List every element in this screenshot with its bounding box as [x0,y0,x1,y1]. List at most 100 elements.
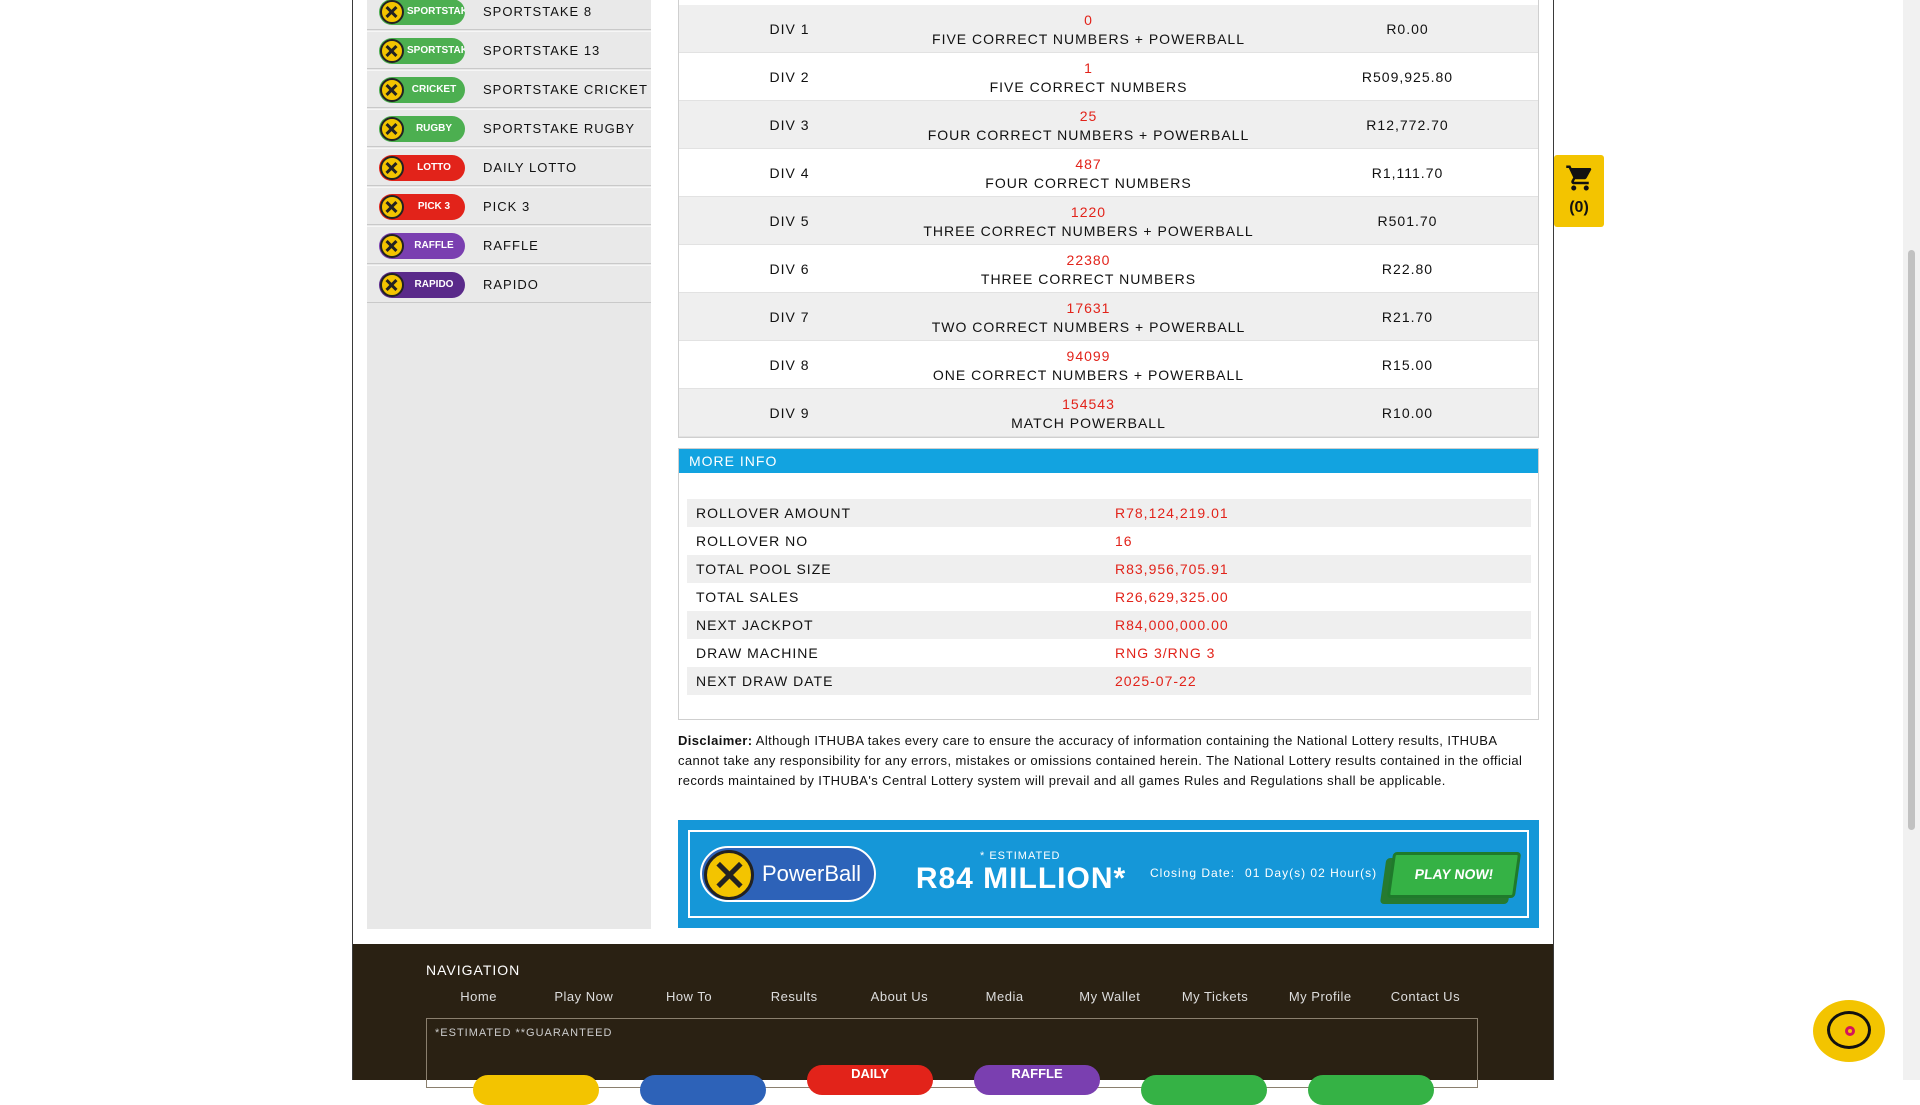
payout-amount: R1,111.70 [1371,165,1444,181]
winners-count: 22380 [1066,252,1111,268]
division-label: DIV 1 [769,21,810,37]
sidebar-item-sportstake-rugby[interactable]: RUGBY SPORTSTAKE RUGBY [367,109,651,147]
payout-amount: R12,772.70 [1366,117,1449,133]
national-lottery-ball-icon [380,39,404,63]
disclaimer: Disclaimer: Although ITHUBA takes every … [678,731,1540,791]
play-now-button[interactable]: PLAY NOW! [1386,852,1522,898]
division-label: DIV 7 [769,309,810,325]
game-logo-text: LOTTO [417,162,451,173]
payout-amount: R15.00 [1381,357,1434,373]
game-logo-text: SPORTSTAKE 8 [407,6,465,17]
table-row: DIV 6 22380 THREE CORRECT NUMBERS R22.80 [679,245,1538,293]
info-label: ROLLOVER NO [696,533,809,549]
info-label: NEXT DRAW DATE [696,673,834,689]
table-row: DIV 8 94099 ONE CORRECT NUMBERS + POWERBAL… [679,341,1538,389]
winners-count: 487 [1075,156,1102,172]
division-description: FIVE CORRECT NUMBERS [989,79,1188,95]
sidebar-item-sportstake-cricket[interactable]: CRICKET SPORTSTAKE CRICKET [367,70,651,108]
more-info-heading: MORE INFO [679,449,1538,473]
sidebar-item-daily-lotto[interactable]: LOTTO DAILY LOTTO [367,148,651,186]
division-detail: 17631 TWO CORRECT NUMBERS + POWERBALL [900,299,1277,337]
closing-date-value: 01 Day(s) 02 Hour(s) [1245,866,1378,880]
disclaimer-label: Disclaimer: [678,733,753,748]
info-value: R26,629,325.00 [1115,589,1229,605]
sidebar-item-sportstake-8[interactable]: SPORTSTAKE 8 SPORTSTAKE 8 [367,0,651,30]
info-label: TOTAL POOL SIZE [696,561,832,577]
national-lottery-ball-icon [380,195,404,219]
game-logo-text: SPORTSTAKE 13 [407,45,465,56]
payout-amount: R10.00 [1381,405,1434,421]
division-detail: 1220 THREE CORRECT NUMBERS + POWERBALL [900,203,1277,241]
footer-link-about-us[interactable]: About Us [847,989,952,1009]
info-row: ROLLOVER AMOUNT R78,124,219.01 [687,499,1531,527]
page-scrollbar[interactable] [1903,0,1920,1080]
national-lottery-ball-icon [380,78,404,102]
results-table: DIV 1 0 FIVE CORRECT NUMBERS + POWERBALL R0… [678,0,1539,438]
chat-dot-icon [1845,1026,1855,1036]
sidebar-item-label: RAPIDO [483,277,539,292]
footer-link-contact-us[interactable]: Contact Us [1373,989,1478,1009]
table-row: DIV 1 0 FIVE CORRECT NUMBERS + POWERBALL R0… [679,5,1538,53]
footer-link-my-profile[interactable]: My Profile [1268,989,1373,1009]
footer-link-results[interactable]: Results [742,989,847,1009]
division-label: DIV 3 [769,117,810,133]
division-description: THREE CORRECT NUMBERS + POWERBALL [923,223,1254,239]
national-lottery-ball-icon [380,117,404,141]
table-row: DIV 9 154543 MATCH POWERBALL R10.00 [679,389,1538,437]
footer-link-how-to[interactable]: How To [636,989,741,1009]
closing-date: Closing Date: 01 Day(s) 02 Hour(s) [1150,866,1377,880]
closing-date-label: Closing Date: [1150,866,1236,880]
sidebar-item-pick-3[interactable]: PICK 3 PICK 3 [367,187,651,225]
info-value: 2025-07-22 [1115,673,1197,689]
sidebar-item-raffle[interactable]: RAFFLE RAFFLE [367,226,651,264]
footer-link-my-tickets[interactable]: My Tickets [1162,989,1267,1009]
table-row: DIV 7 17631 TWO CORRECT NUMBERS + POWERBAL… [679,293,1538,341]
footer-link-play-now[interactable]: Play Now [531,989,636,1009]
chat-support-button[interactable] [1813,1000,1885,1062]
sidebar-item-label: DAILY LOTTO [483,160,578,175]
game-logo-text: PICK 3 [417,201,451,212]
footer-link-home[interactable]: Home [426,989,531,1009]
division-description: ONE CORRECT NUMBERS + POWERBALL [932,367,1245,383]
info-value: RNG 3/RNG 3 [1115,645,1216,661]
game-sidebar: SPORTSTAKE 8SPORTSTAKE 8SPORTSTAKE 13SPO… [367,0,651,929]
footer-game-logo[interactable]: DAILY [807,1065,933,1095]
sidebar-item-sportstake-13[interactable]: SPORTSTAKE 13 SPORTSTAKE 13 [367,31,651,69]
sidebar-item-rapido[interactable]: RAPIDO RAPIDO [367,265,651,303]
sidebar-item-label: SPORTSTAKE 8 [483,4,593,19]
footer-link-media[interactable]: Media [952,989,1057,1009]
footer-game-logo[interactable]: RAFFLE [974,1065,1100,1095]
sidebar-item-label: SPORTSTAKE 13 [483,43,601,58]
division-detail: 487 FOUR CORRECT NUMBERS [900,155,1277,193]
division-description: FOUR CORRECT NUMBERS + POWERBALL [927,127,1250,143]
division-label: DIV 6 [769,261,810,277]
cart-button[interactable]: (0) [1554,155,1604,227]
division-description: MATCH POWERBALL [1011,415,1166,431]
payout-amount: R501.70 [1377,213,1438,229]
winners-count: 154543 [1062,396,1115,412]
footer-nav-links: Home Play Now How To Results About Us Media My… [426,989,1478,1009]
powerball-logo-text: PowerBall [762,861,862,886]
winners-count: 25 [1079,108,1098,124]
national-lottery-ball-icon [380,273,404,297]
page: SPORTSTAKE 8SPORTSTAKE 8SPORTSTAKE 13SPO… [0,0,1920,1105]
payout-amount: R0.00 [1386,21,1429,37]
powerball-banner[interactable]: PowerBall * ESTIMATED R84 MILLION* Closi… [678,820,1539,928]
division-label: DIV 5 [769,213,810,229]
scrollbar-thumb[interactable] [1908,250,1915,830]
division-description: FIVE CORRECT NUMBERS + POWERBALL [932,31,1245,47]
sidebar-item-label: RAFFLE [483,238,539,253]
footer-link-my-wallet[interactable]: My Wallet [1057,989,1162,1009]
game-logo-text: CRICKET [411,84,457,95]
info-row: TOTAL POOL SIZE R83,956,705.91 [687,555,1531,583]
national-lottery-ball-icon [380,156,404,180]
game-logo: LOTTO [379,155,465,181]
sidebar-item-label: SPORTSTAKE CRICKET [483,82,648,97]
game-logo-text: RAFFLE [414,240,454,251]
more-info-panel: MORE INFO ROLLOVER AMOUNT R78,124,219.01 R… [678,448,1539,720]
game-logo-text: RAPIDO [414,279,454,290]
footer: NAVIGATION Home Play Now How To Results Abou… [353,944,1553,1105]
powerball-logo: PowerBall [700,846,876,902]
division-label: DIV 9 [769,405,810,421]
sidebar-item-label: PICK 3 [483,199,531,214]
